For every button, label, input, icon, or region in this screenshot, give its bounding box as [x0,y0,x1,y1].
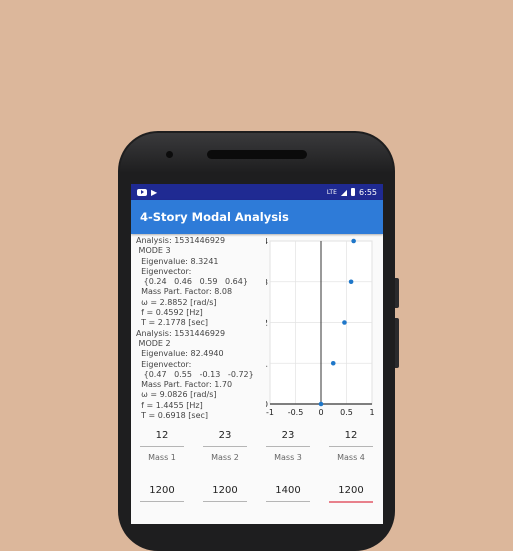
data-point [348,279,354,285]
result-line: Mass Part. Factor: 1.70 [136,380,233,390]
y-tick-label: 3 [266,278,268,287]
y-tick-label: 1 [266,359,268,368]
result-line: {0.47 0.55 -0.13 -0.72} [136,369,254,379]
field-underline [329,446,373,447]
youtube-notification-icon [137,188,147,196]
status-bar: ▶ LTE ◢ 6:55 [131,184,383,200]
phone-screen: ▶ LTE ◢ 6:55 4-Story Modal Analysis Anal… [131,184,383,524]
result-line: Eigenvector: [136,359,192,369]
result-line: Mass Part. Factor: 8.08 [136,287,233,297]
x-tick-label: 0.5 [340,408,353,417]
mass-label: Mass 4 [337,453,365,462]
stiffness-value[interactable]: 1200 [140,485,184,499]
signal-icon: ◢ [340,187,348,197]
stiffness-field-1[interactable]: 1200 [140,485,184,502]
field-underline [140,446,184,447]
y-tick-label: 0 [266,400,268,409]
data-point [342,320,347,325]
stiffness-field-3[interactable]: 1400 [266,485,310,502]
earpiece-speaker [207,150,307,159]
results-log[interactable]: Analysis: 1531446929 MODE 3 Eigenvalue: … [136,236,266,419]
field-underline [140,501,184,502]
stiffness-value[interactable]: 1200 [329,485,373,499]
power-button [395,278,399,308]
result-line: Analysis: 1531446929 [136,236,226,245]
mass-field-3[interactable]: 23 Mass 3 [266,430,310,462]
result-line: ω = 9.0826 [rad/s] [136,390,217,400]
mass-field-2[interactable]: 23 Mass 2 [203,430,247,462]
clock: 6:55 [359,187,377,197]
data-point [318,401,324,407]
field-underline [203,501,247,502]
mass-value[interactable]: 23 [203,430,247,444]
stiffness-field-2[interactable]: 1200 [203,485,247,502]
field-underline [266,501,310,502]
result-line: f = 0.4592 [Hz] [136,308,203,318]
stiffness-value[interactable]: 1200 [203,485,247,499]
mass-value[interactable]: 12 [329,430,373,444]
result-line: T = 0.6918 [sec] [136,411,209,419]
play-store-notification-icon: ▶ [151,187,158,197]
volume-button [395,318,399,368]
result-line: T = 2.1778 [sec] [136,318,209,328]
result-line: {0.24 0.46 0.59 0.64} [136,277,248,287]
x-tick-label: 1 [369,408,374,417]
stiffness-field-4[interactable]: 1200 [329,485,373,503]
result-line: Eigenvector: [136,266,192,276]
mass-value[interactable]: 23 [266,430,310,444]
result-line: Eigenvalue: 8.3241 [136,256,219,266]
stiffness-value[interactable]: 1400 [266,485,310,499]
field-underline [329,501,373,503]
result-line: MODE 3 [136,246,171,256]
data-point [330,360,336,366]
app-title: 4-Story Modal Analysis [140,210,289,224]
mass-label: Mass 1 [148,453,176,462]
front-camera [166,151,173,158]
mass-label: Mass 3 [274,453,302,462]
result-line: ω = 2.8852 [rad/s] [136,297,217,307]
x-tick-label: -1 [266,408,274,417]
x-tick-label: 0 [318,408,323,417]
data-point [351,238,356,244]
battery-icon [351,188,356,196]
mode-shape-chart: -1 -0.5 0 0.5 1 0 1 2 3 4 [266,237,375,417]
x-tick-label: -0.5 [288,408,304,417]
result-line: Analysis: 1531446929 [136,328,226,338]
y-tick-label: 4 [266,237,268,246]
mass-value[interactable]: 12 [140,430,184,444]
result-line: MODE 2 [136,338,171,348]
field-underline [203,446,247,447]
result-line: Eigenvalue: 82.4940 [136,349,224,359]
y-tick-label: 2 [266,319,268,328]
mass-field-4[interactable]: 12 Mass 4 [329,430,373,462]
network-type: LTE [326,188,337,196]
mass-label: Mass 2 [211,453,239,462]
mass-field-1[interactable]: 12 Mass 1 [140,430,184,462]
field-underline [266,446,310,447]
app-bar: 4-Story Modal Analysis [131,200,383,234]
result-line: f = 1.4455 [Hz] [136,400,203,410]
